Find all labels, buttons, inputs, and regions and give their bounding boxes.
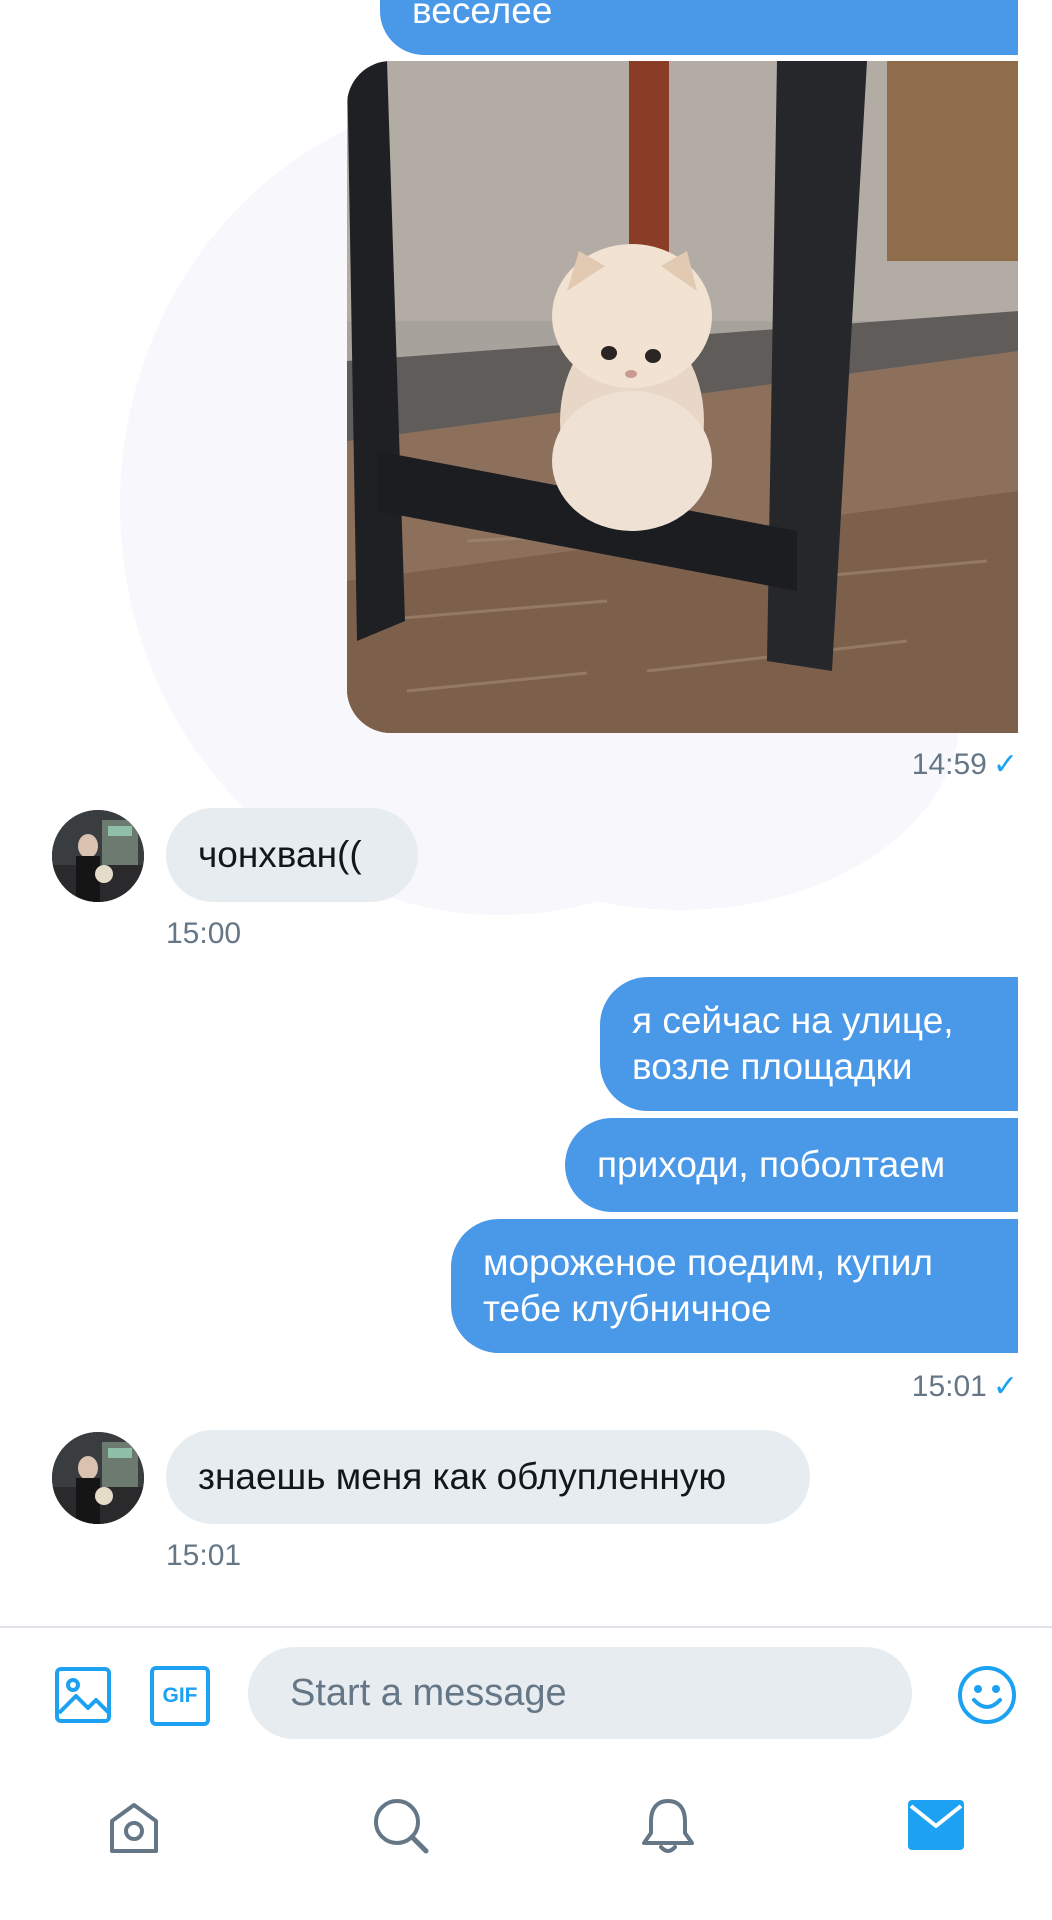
- nav-search[interactable]: [370, 1795, 432, 1862]
- outgoing-message[interactable]: приходи, поболтаем: [565, 1118, 1018, 1212]
- photo-timestamp: 14:59 ✓: [911, 748, 1018, 781]
- divider: [0, 1626, 1052, 1628]
- notifications-icon: [642, 1799, 694, 1853]
- avatar-photo: [52, 810, 144, 902]
- gif-icon: GIF: [150, 1666, 210, 1726]
- bottom-nav: [0, 1780, 1052, 1880]
- nav-home[interactable]: [104, 1797, 164, 1862]
- message-timestamp: 15:01: [166, 1539, 242, 1572]
- message-line: я сейчас на улице,: [632, 1000, 954, 1041]
- nav-notifications[interactable]: [638, 1795, 698, 1862]
- incoming-message[interactable]: знаешь меня как облупленную: [166, 1430, 810, 1524]
- avatar[interactable]: [52, 810, 144, 902]
- incoming-message[interactable]: чонхван((: [166, 808, 418, 902]
- messages-icon: [908, 1800, 964, 1850]
- message-line: возле площадки: [632, 1046, 913, 1087]
- message-line: тебе клубничное: [483, 1288, 772, 1329]
- smiley-icon: [958, 1666, 1016, 1724]
- kitten-photo: [347, 61, 1018, 733]
- outgoing-photo-message[interactable]: [347, 61, 1018, 733]
- avatar-photo: [52, 1432, 144, 1524]
- message-text: приходи, поболтаем: [597, 1144, 946, 1185]
- home-icon: [110, 1803, 158, 1853]
- message-timestamp: 15:00: [166, 917, 242, 950]
- sent-check-icon: ✓: [992, 748, 1018, 781]
- message-text: знаешь меня как облупленную: [198, 1456, 727, 1497]
- message-line: мороженое поедим, купил: [483, 1242, 933, 1283]
- avatar[interactable]: [52, 1432, 144, 1524]
- message-text: чонхван((: [198, 834, 362, 875]
- conversation-thread[interactable]: веселее 14:59 ✓ чонхван((15:00 я сейчас…: [0, 0, 1052, 1625]
- nav-messages[interactable]: [908, 1800, 964, 1855]
- image-icon: [55, 1667, 111, 1723]
- image-button[interactable]: [54, 1666, 112, 1729]
- outgoing-message[interactable]: мороженое поедим, купил тебе клубничное: [451, 1219, 1018, 1353]
- emoji-button[interactable]: [956, 1664, 1018, 1731]
- message-timestamp: 15:01 ✓: [911, 1370, 1018, 1403]
- outgoing-message[interactable]: я сейчас на улице, возле площадки: [600, 977, 1018, 1111]
- gif-button[interactable]: GIF: [150, 1666, 210, 1726]
- sent-check-icon: ✓: [992, 1370, 1018, 1403]
- message-input[interactable]: [248, 1647, 912, 1739]
- outgoing-message-partial[interactable]: веселее: [380, 0, 1018, 55]
- search-icon: [374, 1799, 429, 1854]
- message-text: веселее: [412, 0, 553, 31]
